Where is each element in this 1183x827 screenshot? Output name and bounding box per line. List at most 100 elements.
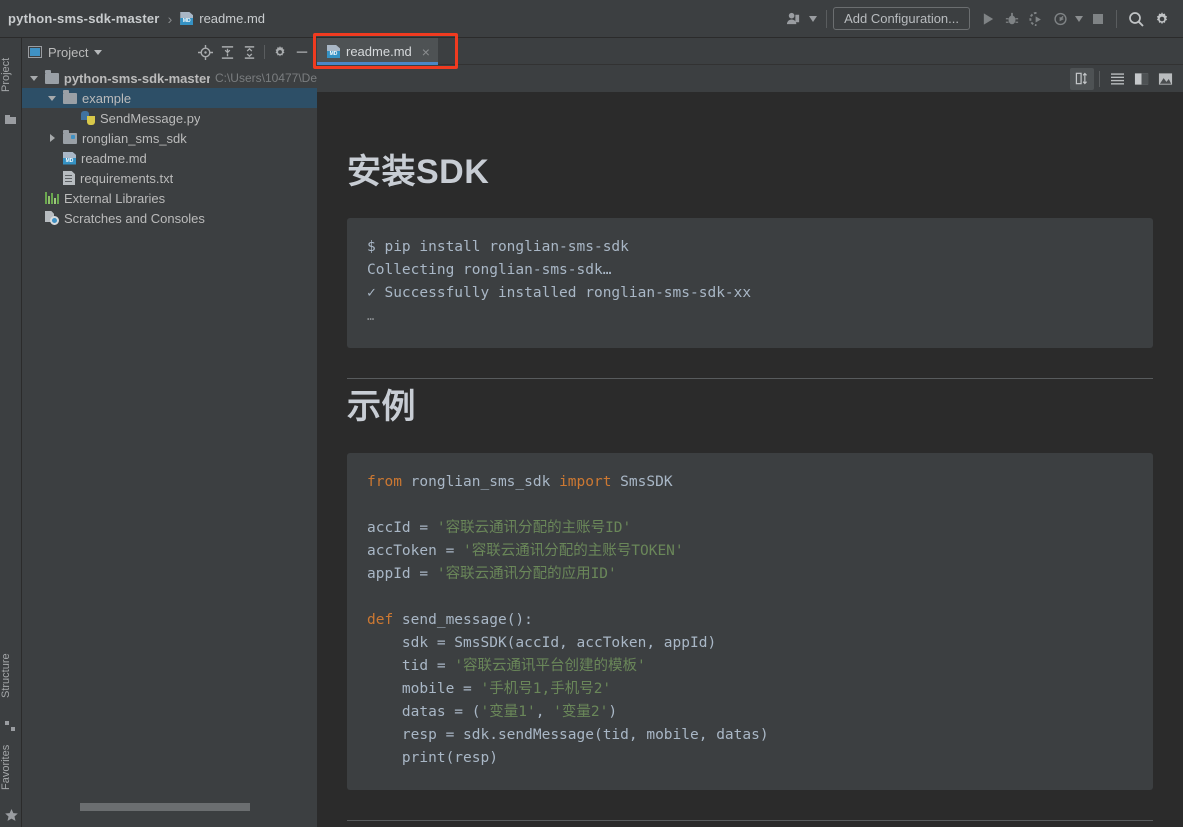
code-token: def: [367, 612, 394, 628]
debug-icon[interactable]: [1000, 6, 1024, 32]
tab-readme-md[interactable]: readme.md ×: [317, 38, 438, 65]
code-token: '变量1': [480, 704, 536, 720]
editor-area: readme.md ×: [317, 38, 1183, 827]
project-tree: python-sms-sdk-master C:\Users\10477\De ex…: [22, 66, 317, 228]
tree-item-python-sms-sdk-master[interactable]: python-sms-sdk-master C:\Users\10477\De: [22, 68, 317, 88]
code-line: datas = ('变量1', '变量2'): [367, 701, 1133, 724]
tree-item-label: ronglian_sms_sdk: [82, 130, 187, 146]
tree-item-external-libraries[interactable]: External Libraries: [22, 188, 317, 208]
sidebar-item-structure[interactable]: Structure: [0, 637, 22, 715]
code-token: send_message():: [393, 612, 533, 628]
tree-item-example[interactable]: example: [22, 88, 317, 108]
toggle-preview-layout-icon[interactable]: [1070, 67, 1094, 90]
code-line: mobile = '手机号1,手机号2': [367, 678, 1133, 701]
project-panel-header: Project: [22, 38, 317, 66]
folder-icon: [44, 69, 59, 84]
stop-icon[interactable]: [1086, 6, 1110, 32]
code-line: resp = sdk.sendMessage(tid, mobile, data…: [367, 724, 1133, 747]
code-token: accId =: [367, 520, 437, 536]
python-file-icon: [81, 111, 95, 125]
code-line: from ronglian_sms_sdk import SmsSDK: [367, 471, 1133, 494]
tree-item-path: C:\Users\10477\De: [214, 71, 317, 85]
chevron-right-icon[interactable]: [49, 134, 55, 142]
profile-caret-icon[interactable]: [1072, 6, 1086, 32]
tree-item-label: readme.md: [81, 150, 147, 166]
gear-icon[interactable]: [269, 41, 291, 63]
chevron-down-icon[interactable]: [94, 49, 103, 55]
preview-code-block: from ronglian_sms_sdk import SmsSDK accI…: [347, 453, 1153, 790]
run-icon[interactable]: [976, 6, 1000, 32]
folder-icon: [63, 89, 77, 104]
user-account-icon[interactable]: [780, 6, 806, 32]
user-account-caret-icon[interactable]: [806, 6, 820, 32]
preview-heading: 安装SDK: [347, 153, 490, 191]
project-hscroll-thumb[interactable]: [80, 803, 250, 811]
tree-twisty[interactable]: [28, 75, 40, 81]
project-panel-toolbar: [194, 41, 317, 63]
expand-all-icon[interactable]: [216, 41, 238, 63]
code-line: appId = '容联云通讯分配的应用ID': [367, 563, 1133, 586]
close-icon[interactable]: ×: [422, 45, 430, 59]
markdown-file-icon: [327, 45, 340, 58]
editor-and-preview-icon[interactable]: [1129, 68, 1153, 90]
libraries-icon: [45, 192, 59, 204]
tree-item-readme-md[interactable]: readme.md: [22, 148, 317, 168]
code-line: ✓ Successfully installed ronglian-sms-sd…: [367, 285, 752, 301]
code-token: '容联云通讯平台创建的模板': [454, 658, 646, 674]
project-panel-title-group[interactable]: Project: [28, 44, 103, 60]
add-configuration-button[interactable]: Add Configuration...: [833, 7, 970, 30]
run-with-coverage-icon[interactable]: [1024, 6, 1048, 32]
tree-twisty[interactable]: [46, 134, 58, 142]
code-line: accId = '容联云通讯分配的主账号ID': [367, 517, 1133, 540]
code-token: '手机号1,手机号2': [480, 681, 612, 697]
hide-icon[interactable]: [291, 41, 313, 63]
code-token: '变量2': [553, 704, 609, 720]
markdown-file-icon: [180, 12, 194, 25]
markdown-file-icon: [63, 151, 76, 165]
editor-only-icon[interactable]: [1105, 68, 1129, 90]
tree-item-label: Scratches and Consoles: [64, 210, 205, 226]
code-line: sdk = SmsSDK(accId, accToken, appId): [367, 632, 1133, 655]
code-line: Collecting ronglian-sms-sdk…: [367, 262, 612, 278]
tree-item-requirements-txt[interactable]: requirements.txt: [22, 168, 317, 188]
code-token: ): [608, 704, 618, 720]
collapse-all-icon[interactable]: [238, 41, 260, 63]
preview-toolbar: [317, 65, 1183, 93]
code-line: $ pip install ronglian-sms-sdk: [367, 239, 629, 255]
panel-toolbar-divider: [264, 45, 265, 59]
tree-twisty[interactable]: [46, 95, 58, 101]
code-token: '容联云通讯分配的主账号ID': [436, 520, 632, 536]
editor-tabbar: readme.md ×: [317, 38, 1183, 65]
main-toolbar: python-sms-sdk-master › readme.md Add Co…: [0, 0, 1183, 38]
chevron-down-icon[interactable]: [48, 95, 56, 101]
select-opened-file-icon[interactable]: [194, 41, 216, 63]
sidebar-item-project[interactable]: Project: [0, 40, 22, 110]
tree-item-sendmessage-py[interactable]: SendMessage.py: [22, 108, 317, 128]
ide-window: python-sms-sdk-master › readme.md Add Co…: [0, 0, 1183, 827]
profile-icon[interactable]: [1048, 6, 1072, 32]
code-token: tid =: [367, 658, 455, 674]
tree-item-label: External Libraries: [64, 190, 166, 206]
tree-item-scratches-and-consoles[interactable]: Scratches and Consoles: [22, 208, 317, 228]
chevron-down-icon[interactable]: [29, 75, 38, 81]
preview-code-block: $ pip install ronglian-sms-sdk Collecting…: [347, 218, 1153, 348]
toolbar-right-group: Add Configuration...: [780, 6, 1183, 32]
tree-item-label: requirements.txt: [80, 170, 174, 186]
code-token: appId =: [367, 566, 437, 582]
project-hscroll-track[interactable]: [44, 803, 339, 819]
preview-only-icon[interactable]: [1153, 68, 1177, 90]
breadcrumb-file[interactable]: readme.md: [199, 11, 265, 26]
search-icon[interactable]: [1123, 6, 1149, 32]
breadcrumb-project[interactable]: python-sms-sdk-master: [8, 11, 160, 26]
code-token: resp = sdk.sendMessage(tid, mobile, data…: [367, 727, 769, 743]
tree-item-label: python-sms-sdk-master: [63, 70, 210, 86]
breadcrumb: python-sms-sdk-master › readme.md: [8, 11, 265, 27]
gear-icon[interactable]: [1149, 6, 1175, 32]
code-token: print(resp): [367, 750, 498, 766]
tree-item-ronglian-sms-sdk[interactable]: ronglian_sms_sdk: [22, 128, 317, 148]
code-line: tid = '容联云通讯平台创建的模板': [367, 655, 1133, 678]
code-line: print(resp): [367, 747, 1133, 770]
tab-label: readme.md: [346, 44, 412, 59]
sidebar-item-favorites[interactable]: Favorites: [0, 727, 22, 807]
project-panel-title: Project: [48, 44, 89, 60]
